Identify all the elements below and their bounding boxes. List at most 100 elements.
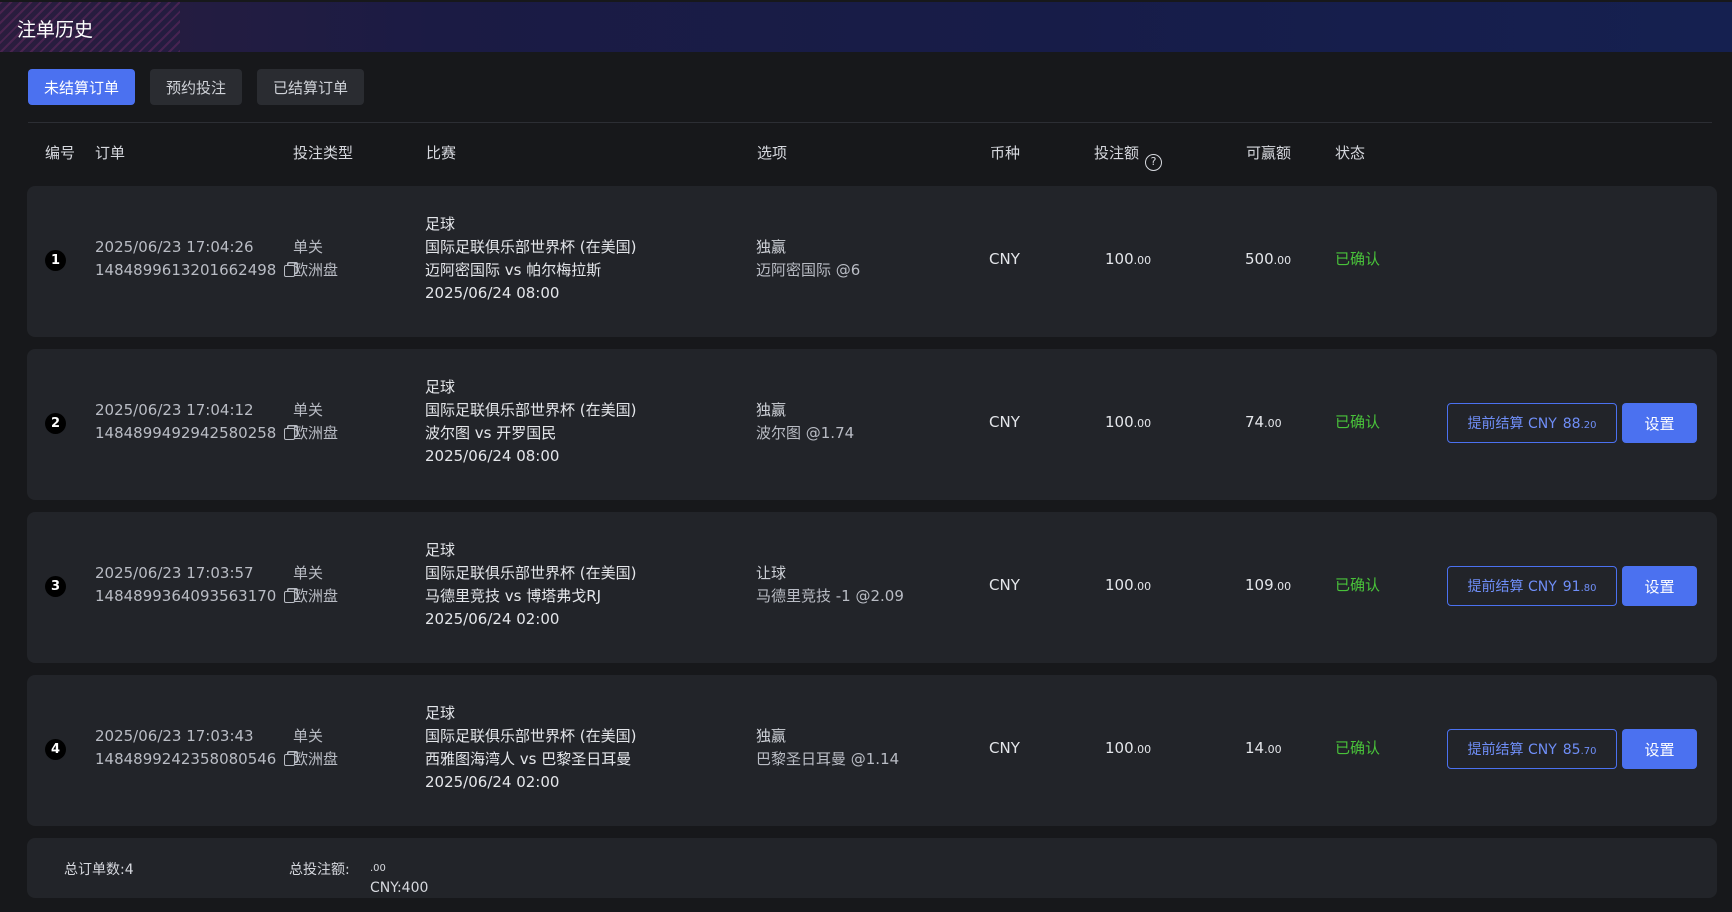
- tab-scheduled[interactable]: 预约投注: [150, 69, 243, 105]
- order-cell: 2025/06/23 17:04:12 1484899492942580258: [95, 399, 296, 445]
- sport: 足球: [425, 378, 456, 396]
- cashout-label: 提前结算 CNY: [1467, 416, 1557, 432]
- help-icon[interactable]: ?: [1145, 154, 1163, 171]
- row-number: 4: [45, 739, 66, 760]
- col-header-currency: 币种: [990, 144, 1021, 162]
- teams: 西雅图海湾人 vs 巴黎圣日耳曼: [425, 750, 632, 768]
- stake-amount: 100.00: [1105, 737, 1151, 761]
- cashout-dec: .80: [1580, 583, 1597, 594]
- status-badge: 已确认: [1335, 739, 1381, 757]
- bet-type: 单关: [293, 401, 324, 419]
- match-cell: 足球 国际足联俱乐部世界杯 (在美国) 迈阿密国际 vs 帕尔梅拉斯 2025/…: [425, 213, 636, 305]
- table-row: 4 2025/06/23 17:03:43 148489924235808054…: [27, 675, 1717, 826]
- option-cell: 独赢 迈阿密国际 @6: [756, 236, 860, 282]
- win-dec: .00: [1273, 580, 1292, 593]
- col-header-option: 选项: [757, 144, 788, 162]
- col-header-match: 比赛: [426, 144, 457, 162]
- settings-button[interactable]: 设置: [1622, 566, 1697, 606]
- row-number: 2: [45, 413, 66, 434]
- currency: CNY: [989, 739, 1020, 757]
- match-time: 2025/06/24 08:00: [425, 447, 560, 465]
- win-dec: .00: [1264, 417, 1282, 430]
- tab-unsettled[interactable]: 未结算订单: [28, 69, 136, 105]
- win-int: 500: [1245, 250, 1274, 268]
- table-row: 3 2025/06/23 17:03:57 148489936409356317…: [27, 512, 1717, 663]
- stake-amount: 100.00: [1105, 411, 1151, 435]
- option-cell: 让球 马德里竞技 -1 @2.09: [756, 562, 904, 608]
- cashout-amount: 91: [1562, 579, 1581, 595]
- order-tabs: 未结算订单 预约投注 已结算订单: [28, 69, 365, 105]
- cashout-button[interactable]: 提前结算 CNY 91.80: [1447, 566, 1617, 606]
- odds-type: 欧洲盘: [293, 587, 339, 605]
- order-time: 2025/06/23 17:04:12: [95, 401, 254, 419]
- bet-type-cell: 单关 欧洲盘: [293, 399, 338, 445]
- cashout-label: 提前结算 CNY: [1467, 742, 1557, 758]
- tab-settled[interactable]: 已结算订单: [257, 69, 365, 105]
- stake-dec: .00: [1133, 580, 1152, 593]
- stake-int: 100: [1105, 739, 1134, 757]
- stake-int: 100: [1105, 413, 1134, 431]
- league: 国际足联俱乐部世界杯 (在美国): [425, 727, 637, 745]
- selection: 波尔图 @1.74: [756, 424, 855, 442]
- cashout-dec: .70: [1580, 746, 1597, 757]
- divider: [28, 122, 1712, 123]
- order-time: 2025/06/23 17:03:43: [95, 727, 254, 745]
- stake-int: 100: [1105, 576, 1134, 594]
- order-cell: 2025/06/23 17:04:26 1484899613201662498: [95, 236, 296, 282]
- match-cell: 足球 国际足联俱乐部世界杯 (在美国) 西雅图海湾人 vs 巴黎圣日耳曼 202…: [425, 702, 636, 794]
- order-id: 1484899613201662498: [95, 261, 277, 279]
- option-cell: 独赢 巴黎圣日耳曼 @1.14: [756, 725, 899, 771]
- stake-dec: .00: [1133, 417, 1152, 430]
- win-dec: .00: [1264, 743, 1282, 756]
- cashout-label: 提前结算 CNY: [1467, 579, 1557, 595]
- order-list: 1 2025/06/23 17:04:26 148489961320166249…: [27, 186, 1717, 838]
- settings-button[interactable]: 设置: [1622, 403, 1697, 443]
- selection: 巴黎圣日耳曼 @1.14: [756, 750, 900, 768]
- odds-type: 欧洲盘: [293, 261, 339, 279]
- cashout-button[interactable]: 提前结算 CNY 85.70: [1447, 729, 1617, 769]
- teams: 波尔图 vs 开罗国民: [425, 424, 557, 442]
- stake-dec: .00: [1133, 743, 1152, 756]
- currency: CNY: [989, 576, 1020, 594]
- total-orders: 总订单数:4: [64, 862, 134, 878]
- row-number: 1: [45, 250, 66, 271]
- sport: 足球: [425, 541, 456, 559]
- selection: 迈阿密国际 @6: [756, 261, 861, 279]
- match-time: 2025/06/24 02:00: [425, 610, 560, 628]
- settings-button[interactable]: 设置: [1622, 729, 1697, 769]
- stake-int: 100: [1105, 250, 1134, 268]
- teams: 马德里竞技 vs 博塔弗戈RJ: [425, 587, 602, 605]
- win-int: 14: [1245, 739, 1265, 757]
- total-stake-int: CNY:400: [370, 880, 429, 896]
- win-amount: 109.00: [1245, 574, 1291, 598]
- win-int: 109: [1245, 576, 1274, 594]
- total-stake-dec: .00: [370, 863, 386, 874]
- col-header-status: 状态: [1335, 144, 1366, 162]
- market: 独赢: [756, 238, 787, 256]
- teams: 迈阿密国际 vs 帕尔梅拉斯: [425, 261, 602, 279]
- order-id: 1484899492942580258: [95, 424, 277, 442]
- win-dec: .00: [1273, 254, 1292, 267]
- order-id: 1484899364093563170: [95, 587, 277, 605]
- col-header-stake: 投注额?: [1094, 142, 1163, 171]
- win-amount: 14.00: [1245, 737, 1282, 761]
- odds-type: 欧洲盘: [293, 750, 339, 768]
- row-number: 3: [45, 576, 66, 597]
- order-cell: 2025/06/23 17:03:43 1484899242358080546: [95, 725, 296, 771]
- league: 国际足联俱乐部世界杯 (在美国): [425, 401, 637, 419]
- summary-footer: 总订单数:4 总投注额: CNY:400 .00: [27, 838, 1717, 898]
- win-amount: 500.00: [1245, 248, 1291, 272]
- col-header-type: 投注类型: [293, 144, 354, 162]
- cashout-button[interactable]: 提前结算 CNY 88.20: [1447, 403, 1617, 443]
- league: 国际足联俱乐部世界杯 (在美国): [425, 564, 637, 582]
- market: 独赢: [756, 401, 787, 419]
- match-time: 2025/06/24 08:00: [425, 284, 560, 302]
- col-header-win: 可赢额: [1246, 144, 1292, 162]
- col-header-stake-label: 投注额: [1094, 144, 1140, 162]
- match-cell: 足球 国际足联俱乐部世界杯 (在美国) 波尔图 vs 开罗国民 2025/06/…: [425, 376, 636, 468]
- cashout-dec: .20: [1580, 420, 1597, 431]
- bet-type: 单关: [293, 238, 324, 256]
- league: 国际足联俱乐部世界杯 (在美国): [425, 238, 637, 256]
- stake-amount: 100.00: [1105, 574, 1151, 598]
- currency: CNY: [989, 250, 1020, 268]
